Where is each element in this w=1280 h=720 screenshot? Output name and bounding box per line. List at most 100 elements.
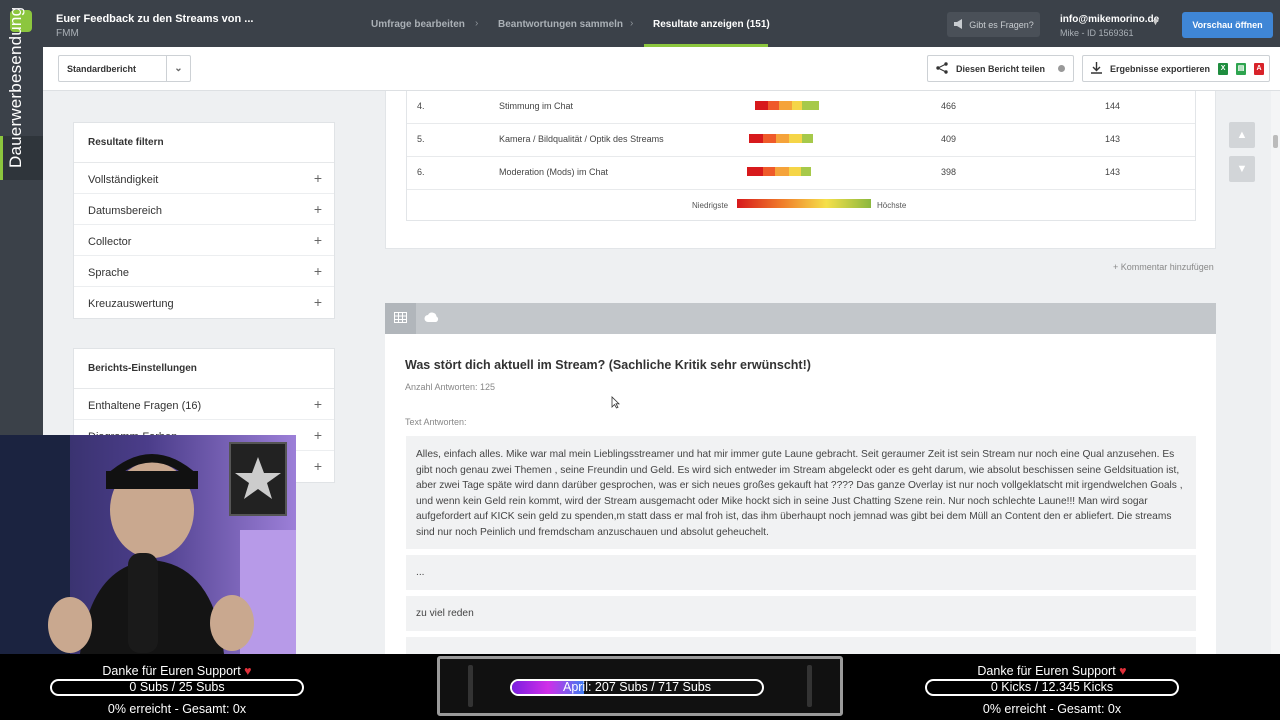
- filter-label: Kreuzauswertung: [88, 298, 174, 310]
- overlay-title-text: Danke für Euren Support: [102, 664, 241, 678]
- filter-language[interactable]: Sprache +: [74, 256, 334, 287]
- frame-decor-right: [807, 665, 812, 707]
- preview-button[interactable]: Vorschau öffnen: [1182, 12, 1273, 38]
- rating-bar-segment: [792, 101, 802, 110]
- row-score: 409: [941, 134, 957, 144]
- account-meta: Mike - ID 1569361: [1060, 28, 1134, 38]
- arrow-down-icon: ▼: [1236, 163, 1248, 175]
- share-report-button[interactable]: Diesen Bericht teilen: [927, 55, 1074, 82]
- share-icon: [936, 61, 948, 76]
- plus-icon: +: [313, 396, 322, 412]
- plus-icon: +: [313, 427, 322, 443]
- question-view-tabs: [385, 303, 1216, 334]
- row-score: 398: [941, 167, 957, 177]
- app-root: Euer Feedback zu den Streams von ... FMM…: [0, 0, 1280, 720]
- rail-overlay-text: Dauerwerbesendung: [6, 6, 25, 168]
- progress-text: 0 Subs / 25 Subs: [129, 680, 225, 694]
- help-label: Gibt es Fragen?: [969, 19, 1034, 30]
- plus-icon: +: [313, 232, 322, 248]
- table-row: 6. Moderation (Mods) im Chat 398 143: [407, 157, 1195, 190]
- arrow-up-icon: ▲: [1236, 129, 1248, 141]
- export-results-button[interactable]: Ergebnisse exportieren X ▤ A: [1082, 55, 1270, 82]
- filter-collector[interactable]: Collector +: [74, 225, 334, 256]
- account-email: info@mikemorino.de: [1060, 14, 1160, 25]
- setting-included-questions[interactable]: Enthaltene Fragen (16) +: [74, 389, 334, 420]
- share-label: Diesen Bericht teilen: [956, 63, 1046, 74]
- overlay-right-footer: 0% erreicht - Gesamt: 0x: [982, 702, 1122, 716]
- report-select-value: Standardbericht: [67, 64, 137, 74]
- row-label: Kamera / Bildqualität / Optik des Stream…: [499, 134, 664, 144]
- legend-high: Höchste: [877, 201, 907, 210]
- row-count: 144: [1105, 101, 1121, 111]
- rating-bar-segment: [768, 101, 779, 110]
- heart-icon: ♥: [244, 664, 252, 678]
- download-icon: [1091, 61, 1102, 76]
- filter-label: Collector: [88, 236, 132, 248]
- overlay-title-text: Danke für Euren Support: [977, 664, 1116, 678]
- filter-date-range[interactable]: Datumsbereich +: [74, 194, 334, 225]
- excel-icon[interactable]: X: [1218, 62, 1229, 75]
- answer-item: zu viel reden: [406, 596, 1196, 631]
- cloud-icon: [424, 310, 440, 328]
- report-select[interactable]: Standardbericht ⌄: [58, 55, 191, 82]
- rating-bar-segment: [789, 167, 801, 176]
- table-icon: [394, 310, 407, 328]
- progress-text: 0 Kicks / 12.345 Kicks: [990, 680, 1114, 694]
- pdf-icon[interactable]: A: [1254, 62, 1265, 75]
- scroll-down-button[interactable]: ▼: [1229, 156, 1255, 182]
- rating-bar-segment: [802, 134, 813, 143]
- plus-icon: +: [313, 294, 322, 310]
- heart-icon: ♥: [1119, 664, 1127, 678]
- table-row: 5. Kamera / Bildqualität / Optik des Str…: [407, 124, 1195, 157]
- text-answers-label: Text Antworten:: [405, 417, 467, 427]
- survey-subtitle: FMM: [56, 28, 79, 39]
- filter-cross-tab[interactable]: Kreuzauswertung +: [74, 287, 334, 318]
- overlay-left-progress: 0 Subs / 25 Subs: [50, 679, 304, 696]
- webcam-feed: [0, 435, 296, 654]
- row-rank: 6.: [417, 167, 425, 177]
- tab-word-cloud[interactable]: [416, 303, 447, 334]
- rating-bar-segment: [763, 134, 776, 143]
- scrollbar-thumb[interactable]: [1273, 135, 1278, 148]
- page-scrollbar[interactable]: [1271, 91, 1280, 654]
- chevron-down-icon: ⌄: [166, 56, 190, 81]
- chevron-down-icon[interactable]: ▼: [1151, 17, 1160, 27]
- filter-completeness[interactable]: Vollständigkeit +: [74, 163, 334, 194]
- answer-item-partial: [406, 637, 1196, 654]
- survey-title[interactable]: Euer Feedback zu den Streams von ...: [56, 13, 253, 25]
- plus-icon: +: [313, 458, 322, 474]
- megaphone-icon: [953, 18, 965, 31]
- row-label: Moderation (Mods) im Chat: [499, 167, 609, 177]
- overlay-left-title: Danke für Euren Support ♥: [47, 664, 307, 678]
- overlay-center-progress: April: 207 Subs / 717 Subs: [510, 679, 764, 696]
- filter-label: Datumsbereich: [88, 205, 162, 217]
- add-comment-link[interactable]: + Kommentar hinzufügen: [1113, 262, 1214, 272]
- status-dot: [1058, 65, 1065, 72]
- legend-gradient: [737, 199, 871, 208]
- answer-count: Anzahl Antworten: 125: [405, 382, 496, 392]
- sheets-icon[interactable]: ▤: [1236, 62, 1247, 75]
- help-button[interactable]: Gibt es Fragen?: [947, 12, 1040, 37]
- step-collect-responses[interactable]: Beantwortungen sammeln: [498, 19, 623, 30]
- step-view-results[interactable]: Resultate anzeigen (151): [653, 19, 770, 30]
- rating-bar-segment: [802, 101, 819, 110]
- rating-bar-segment: [755, 101, 768, 110]
- question-title: Was stört dich aktuell im Stream? (Sachl…: [405, 358, 811, 372]
- tab-table-view[interactable]: [385, 303, 416, 334]
- row-rank: 4.: [417, 101, 425, 111]
- progress-text: April: 207 Subs / 717 Subs: [562, 680, 711, 694]
- row-rank: 5.: [417, 134, 425, 144]
- scroll-up-button[interactable]: ▲: [1229, 122, 1255, 148]
- rating-bar-segment: [775, 167, 789, 176]
- rating-table: 4. Stimmung im Chat 466 144 5. Kamera / …: [406, 91, 1196, 221]
- export-label: Ergebnisse exportieren: [1110, 63, 1211, 74]
- plus-icon: +: [313, 170, 322, 186]
- chevron-right-icon: ›: [630, 18, 634, 29]
- account-menu[interactable]: info@mikemorino.de Mike - ID 1569361: [1060, 14, 1159, 38]
- rating-bar-segment: [776, 134, 789, 143]
- step-edit-survey[interactable]: Umfrage bearbeiten: [371, 19, 465, 30]
- rating-bar-segment: [789, 134, 802, 143]
- top-bar: Euer Feedback zu den Streams von ... FMM…: [0, 0, 1280, 47]
- filter-panel-title: Resultate filtern: [74, 123, 334, 163]
- answer-item: Alles, einfach alles. Mike war mal mein …: [406, 436, 1196, 549]
